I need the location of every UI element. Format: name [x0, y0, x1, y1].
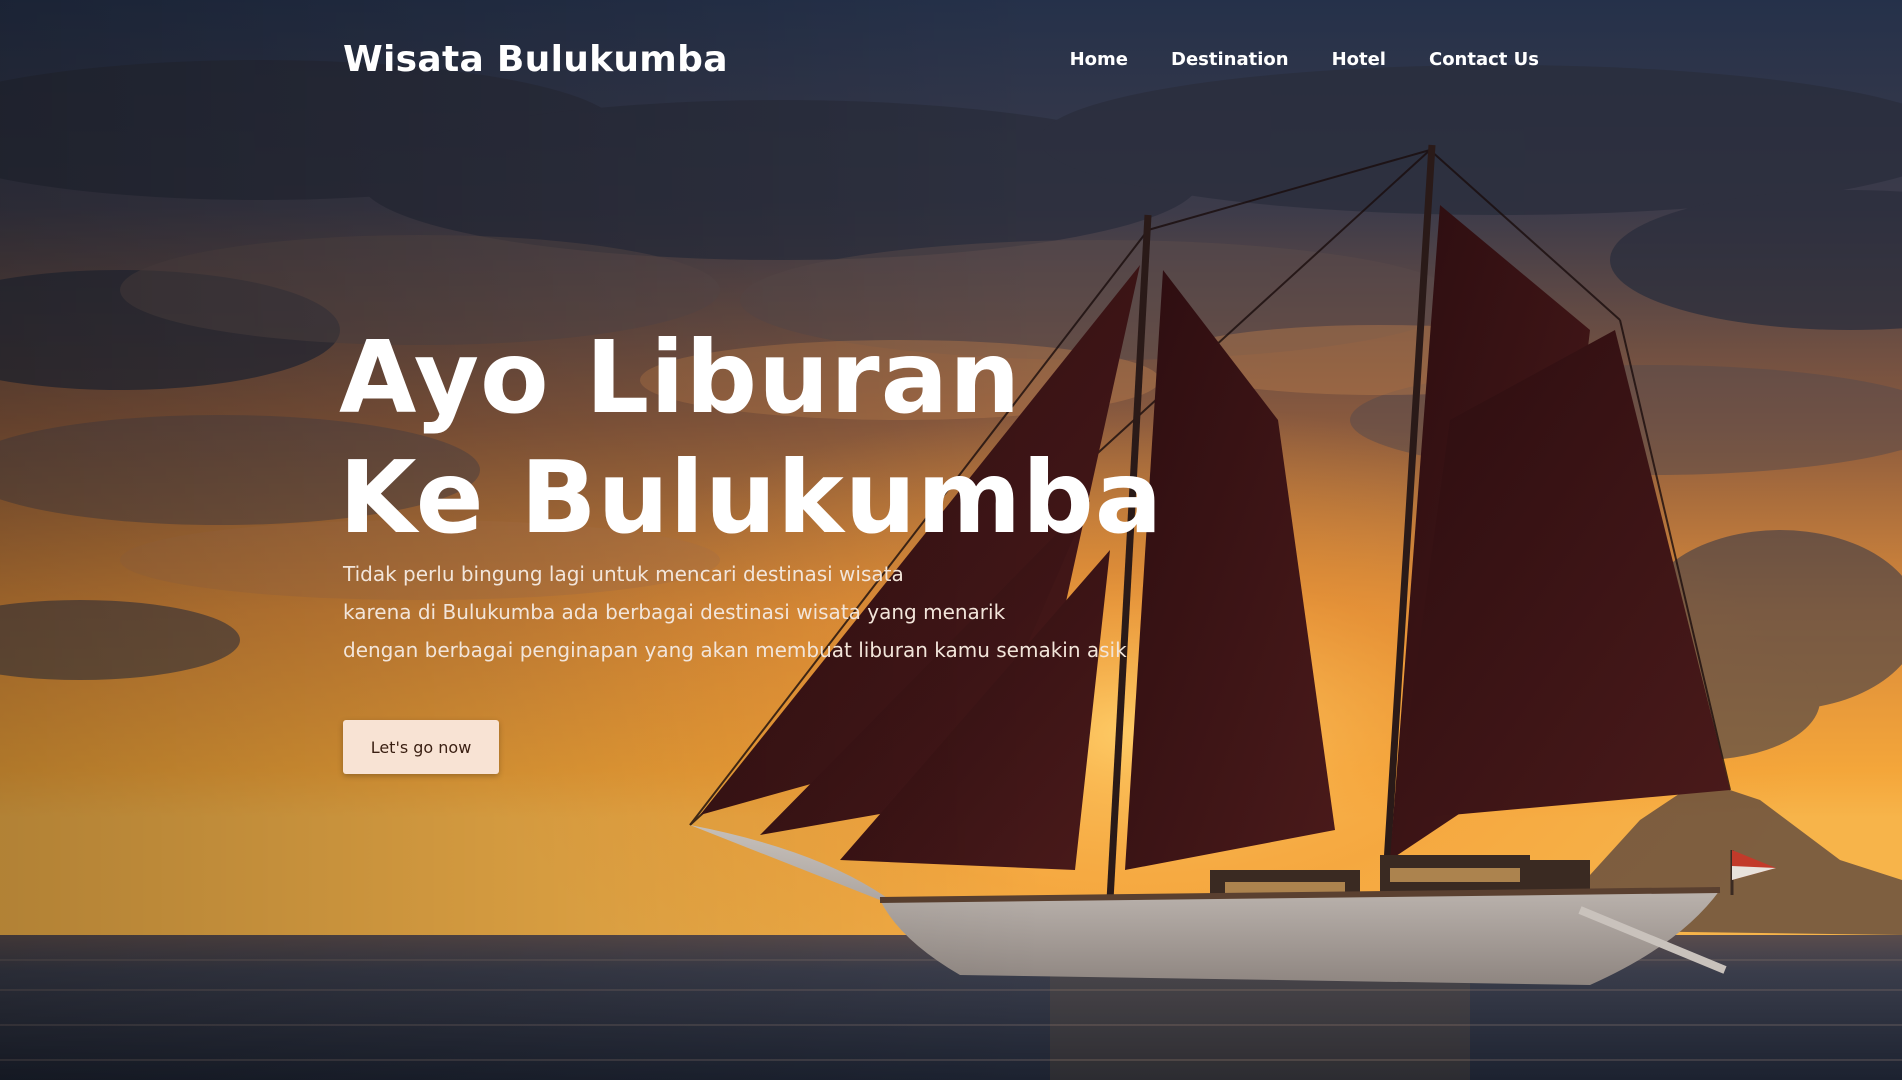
lets-go-now-button[interactable]: Let's go now	[343, 720, 499, 774]
nav-link-destination[interactable]: Destination	[1171, 49, 1289, 70]
hero-section: Wisata Bulukumba Home Destination Hotel …	[0, 0, 1902, 1080]
site-logo-text[interactable]: Wisata Bulukumba	[343, 39, 728, 80]
nav-link-home[interactable]: Home	[1070, 49, 1128, 70]
hero-description-line-3: dengan berbagai penginapan yang akan mem…	[343, 638, 1127, 662]
main-nav: Home Destination Hotel Contact Us	[1070, 49, 1539, 70]
hero-headline-line-1: Ayo Liburan	[339, 319, 1022, 436]
hero-description-line-1: Tidak perlu bingung lagi untuk mencari d…	[343, 562, 904, 586]
hero-description: Tidak perlu bingung lagi untuk mencari d…	[343, 555, 1127, 669]
nav-link-contact-us[interactable]: Contact Us	[1429, 49, 1539, 70]
nav-link-hotel[interactable]: Hotel	[1332, 49, 1386, 70]
hero-headline-line-2: Ke Bulukumba	[339, 439, 1164, 556]
top-navbar: Wisata Bulukumba Home Destination Hotel …	[343, 34, 1539, 84]
hero-headline: Ayo Liburan Ke Bulukumba	[339, 318, 1163, 558]
hero-description-line-2: karena di Bulukumba ada berbagai destina…	[343, 600, 1006, 624]
